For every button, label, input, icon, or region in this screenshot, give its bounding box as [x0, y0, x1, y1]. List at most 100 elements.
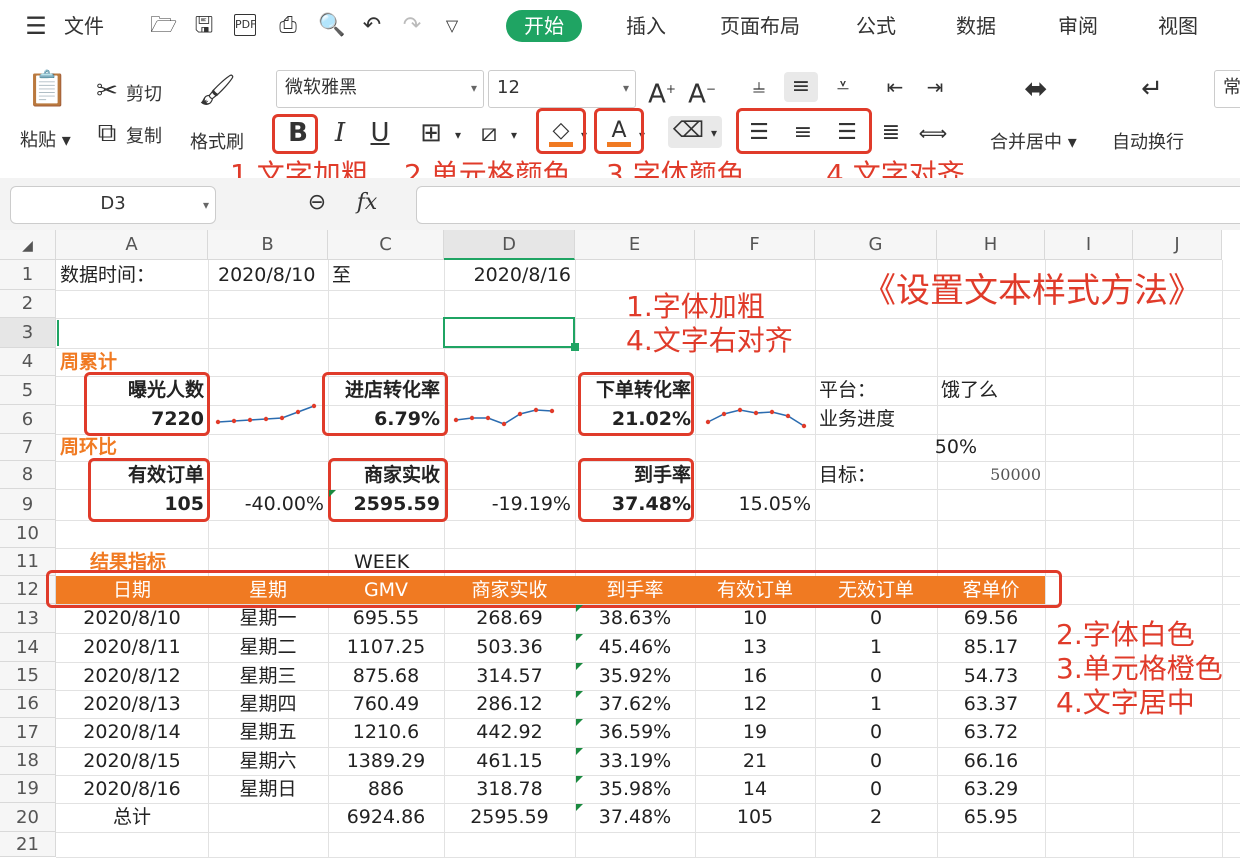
column-header-a[interactable]: A: [56, 230, 208, 260]
table-cell[interactable]: 37.62%: [579, 690, 691, 718]
table-cell[interactable]: 1389.29: [332, 747, 440, 775]
row-header-9[interactable]: 9: [0, 489, 56, 520]
copy-icon[interactable]: ⧉: [92, 118, 122, 148]
borders-dropdown-icon[interactable]: ▾: [452, 120, 464, 150]
tab-home[interactable]: 开始: [506, 10, 582, 42]
row-header-8[interactable]: 8: [0, 461, 56, 489]
column-header-i[interactable]: I: [1045, 230, 1133, 260]
table-cell[interactable]: 星期六: [212, 747, 324, 775]
increase-indent-icon[interactable]: ⇥: [920, 72, 950, 102]
font-size-select[interactable]: 12 ▾: [488, 70, 636, 108]
copy-button[interactable]: 复制: [126, 122, 162, 148]
decrease-indent-icon[interactable]: ⇤: [880, 72, 910, 102]
border-style-dropdown-icon[interactable]: ▾: [508, 120, 520, 150]
function-icon[interactable]: fx: [352, 188, 382, 218]
wrap-text-icon[interactable]: ↵: [1132, 74, 1172, 104]
table-row-date[interactable]: 2020/8/16: [60, 775, 204, 803]
row-header-4[interactable]: 4: [0, 348, 56, 376]
distributed-align-icon[interactable]: ⟺: [918, 118, 948, 148]
table-cell[interactable]: 65.95: [941, 803, 1041, 832]
select-all-corner[interactable]: ◢: [0, 230, 56, 260]
scissors-icon[interactable]: ✂: [92, 76, 122, 106]
tab-page-layout[interactable]: 页面布局: [720, 10, 800, 42]
print-icon[interactable]: ⎙: [276, 14, 300, 38]
zoom-icon[interactable]: ⊖: [302, 188, 332, 218]
row-header-21[interactable]: 21: [0, 832, 56, 857]
tab-view[interactable]: 视图: [1158, 10, 1198, 42]
format-painter-icon[interactable]: 🖌: [198, 76, 236, 106]
table-cell[interactable]: 286.12: [448, 690, 571, 718]
selected-cell-d3[interactable]: [443, 317, 575, 348]
clear-format-icon[interactable]: ⌫ ▾: [668, 116, 722, 148]
column-header-b[interactable]: B: [208, 230, 328, 260]
row-header-1[interactable]: 1: [0, 260, 56, 290]
table-cell[interactable]: 875.68: [332, 662, 440, 690]
table-row-date[interactable]: 2020/8/13: [60, 690, 204, 718]
open-folder-icon[interactable]: 🗁: [150, 14, 177, 38]
justify-icon[interactable]: ≣: [876, 118, 906, 148]
table-cell[interactable]: 105: [699, 803, 811, 832]
column-header-g[interactable]: G: [815, 230, 937, 260]
table-cell[interactable]: 1210.6: [332, 718, 440, 747]
merge-center-button[interactable]: 合并居中 ▾: [990, 128, 1077, 154]
menu-file[interactable]: 文件: [64, 10, 104, 42]
table-cell[interactable]: 760.49: [332, 690, 440, 718]
label-week-ratio[interactable]: 周环比: [60, 434, 204, 461]
table-row-date[interactable]: 2020/8/11: [60, 633, 204, 662]
table-cell[interactable]: 38.63%: [579, 604, 691, 633]
row-header-6[interactable]: 6: [0, 405, 56, 434]
underline-icon[interactable]: U: [366, 118, 394, 148]
customize-quick-access-icon[interactable]: ▽: [440, 14, 464, 38]
row-header-5[interactable]: 5: [0, 376, 56, 405]
platform-label[interactable]: 平台：: [819, 376, 933, 405]
table-cell[interactable]: 85.17: [941, 633, 1041, 662]
row-header-14[interactable]: 14: [0, 633, 56, 662]
borders-icon[interactable]: ⊞: [416, 118, 446, 148]
paste-icon[interactable]: 📋: [26, 72, 68, 106]
table-row-date[interactable]: 2020/8/10: [60, 604, 204, 633]
cell-b1[interactable]: 2020/8/10: [212, 260, 324, 290]
table-cell[interactable]: 0: [819, 604, 933, 633]
column-header-c[interactable]: C: [328, 230, 444, 260]
row-header-20[interactable]: 20: [0, 803, 56, 832]
table-cell[interactable]: 1: [819, 633, 933, 662]
align-middle-icon[interactable]: ≡: [784, 72, 818, 102]
table-cell[interactable]: 695.55: [332, 604, 440, 633]
table-cell[interactable]: [212, 803, 324, 832]
table-cell[interactable]: 0: [819, 747, 933, 775]
table-cell[interactable]: 45.46%: [579, 633, 691, 662]
table-cell[interactable]: 1: [819, 690, 933, 718]
cell-a1[interactable]: 数据时间：: [60, 260, 204, 290]
table-row-date[interactable]: 总计: [60, 803, 204, 832]
table-cell[interactable]: 星期二: [212, 633, 324, 662]
border-style-icon[interactable]: ⧄: [474, 118, 504, 148]
table-cell[interactable]: 63.37: [941, 690, 1041, 718]
table-cell[interactable]: 503.36: [448, 633, 571, 662]
kpi-take-rate-ratio[interactable]: 15.05%: [699, 489, 811, 520]
table-cell[interactable]: 268.69: [448, 604, 571, 633]
paste-button[interactable]: 粘贴 ▾: [20, 126, 71, 152]
format-painter-button[interactable]: 格式刷: [190, 128, 244, 154]
table-cell[interactable]: 461.15: [448, 747, 571, 775]
print-preview-icon[interactable]: 🔍: [318, 14, 345, 38]
align-bottom-icon[interactable]: ⩡: [828, 72, 858, 102]
row-header-17[interactable]: 17: [0, 718, 56, 747]
table-cell[interactable]: 35.92%: [579, 662, 691, 690]
kpi-valid-orders-ratio[interactable]: -40.00%: [212, 489, 324, 520]
column-header-f[interactable]: F: [695, 230, 815, 260]
tab-review[interactable]: 审阅: [1058, 10, 1098, 42]
table-cell[interactable]: 0: [819, 775, 933, 803]
table-cell[interactable]: 2: [819, 803, 933, 832]
row-header-18[interactable]: 18: [0, 747, 56, 775]
row-header-19[interactable]: 19: [0, 775, 56, 803]
fill-handle[interactable]: [571, 343, 579, 351]
table-cell[interactable]: 0: [819, 718, 933, 747]
redo-icon[interactable]: ↷: [400, 14, 424, 38]
table-cell[interactable]: 886: [332, 775, 440, 803]
column-header-d[interactable]: D: [444, 230, 575, 260]
table-cell[interactable]: 69.56: [941, 604, 1041, 633]
target-value[interactable]: 50000: [941, 461, 1041, 489]
table-cell[interactable]: 442.92: [448, 718, 571, 747]
table-cell[interactable]: 10: [699, 604, 811, 633]
formula-input[interactable]: [416, 186, 1240, 224]
